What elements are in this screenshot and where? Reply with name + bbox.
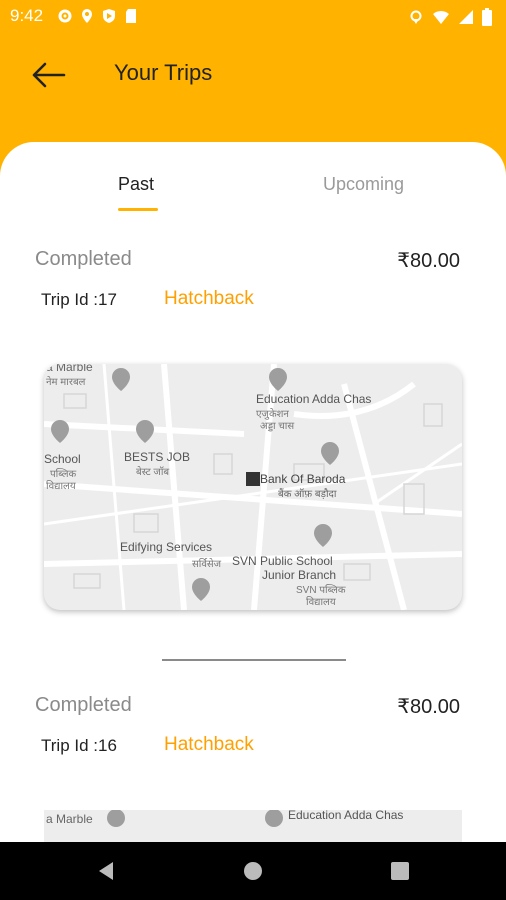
- trip-price: ₹80.00: [397, 250, 460, 272]
- trip-id: Trip Id :16: [41, 736, 117, 755]
- sd-card-icon: [126, 9, 136, 23]
- trips-sheet: Past Upcoming Completed ₹80.00 Trip Id :…: [0, 142, 506, 842]
- map-label-edifying-hi: सर्विसेज: [192, 559, 222, 570]
- map-label-bank: Bank Of Baroda: [260, 472, 346, 486]
- map-label-bests-job: BESTS JOB: [124, 450, 191, 464]
- trip-map[interactable]: a Marble नेम मारबल Education Adda Chas ए…: [44, 364, 462, 610]
- wifi-icon: [433, 10, 449, 24]
- trip-status: Completed: [35, 248, 132, 270]
- map-label-edifying: Edifying Services: [120, 540, 213, 554]
- map-label-education: Education Adda Chas: [288, 810, 404, 822]
- trip-price: ₹80.00: [397, 696, 460, 718]
- map-label-svn: SVN Public School: [232, 554, 333, 568]
- trip-id: Trip Id :17: [41, 290, 117, 309]
- location-icon: [410, 10, 422, 24]
- map-label-education-hi2: अड्डा चास: [260, 421, 295, 432]
- map-label-marble: a Marble: [46, 364, 93, 374]
- map-label-bests-job-hi: बेस्ट जॉब: [136, 467, 170, 478]
- active-tab-indicator: [118, 208, 158, 211]
- map-label-school-hi2: विद्यालय: [46, 481, 76, 492]
- map-label-marble-hi: नेम मारबल: [46, 377, 86, 388]
- back-arrow-icon[interactable]: [30, 60, 66, 90]
- map-label-marble: a Marble: [46, 812, 93, 826]
- vehicle-type: Hatchback: [164, 288, 254, 309]
- status-right-icons: [408, 8, 492, 26]
- status-bar: 9:42: [0, 0, 506, 32]
- trip-divider: [162, 659, 346, 661]
- status-time: 9:42: [10, 6, 44, 25]
- battery-icon: [482, 8, 492, 26]
- map-label-education: Education Adda Chas: [256, 392, 372, 406]
- vehicle-type: Hatchback: [164, 734, 254, 755]
- nav-back-icon[interactable]: [96, 861, 116, 881]
- status-left-icons: [57, 8, 139, 24]
- signal-icon: [459, 10, 473, 24]
- nav-home-icon[interactable]: [243, 861, 263, 881]
- bank-marker: [246, 472, 260, 486]
- app-header: Your Trips: [0, 32, 506, 142]
- nav-recents-icon[interactable]: [391, 862, 409, 880]
- trip-map[interactable]: a Marble Education Adda Chas: [44, 810, 462, 842]
- map-label-svn-hi2: विद्यालय: [306, 597, 336, 608]
- page-title: Your Trips: [114, 60, 213, 85]
- map-label-svn-branch: Junior Branch: [262, 568, 337, 582]
- tab-past[interactable]: Past: [118, 174, 154, 195]
- trip-status: Completed: [35, 694, 132, 716]
- map-label-school: School: [44, 452, 81, 466]
- shield-play-icon: [103, 9, 115, 23]
- map-label-bank-hi: बैंक ऑफ़ बड़ौदा: [278, 489, 337, 500]
- map-roads: [44, 364, 462, 610]
- settings-icon: [58, 9, 72, 23]
- tab-upcoming[interactable]: Upcoming: [323, 174, 404, 195]
- system-nav-bar: [0, 842, 506, 900]
- location-pin-icon: [82, 9, 92, 23]
